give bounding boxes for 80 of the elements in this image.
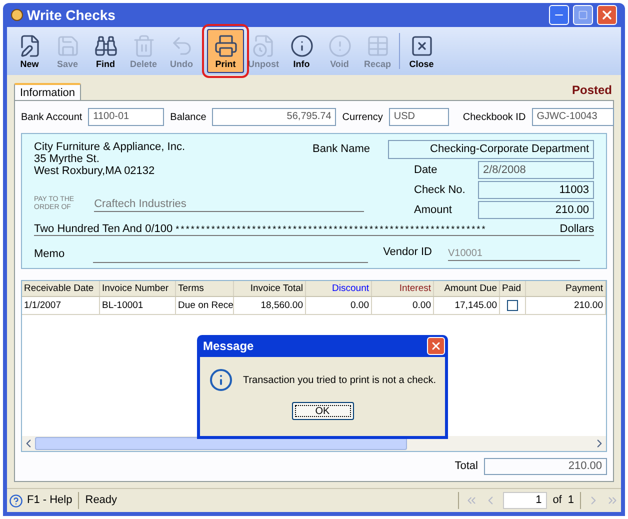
input-field[interactable]: 2/8/2008: [478, 161, 594, 179]
column-header[interactable]: Payment: [526, 281, 606, 296]
column-header[interactable]: Amount Due: [434, 281, 500, 296]
table-icon: [366, 34, 390, 58]
printer-icon: [214, 34, 238, 58]
bank-name-field[interactable]: Checking-Corporate Department: [388, 140, 594, 159]
amount-in-words: Two Hundred Ten And 0/100: [34, 223, 173, 235]
status-text: Ready: [85, 493, 118, 508]
close-button[interactable]: [597, 5, 617, 25]
close-icon: [430, 340, 442, 352]
ok-button[interactable]: OK: [292, 402, 354, 420]
dialog-title: Message: [203, 338, 254, 355]
window-title: Write Checks: [27, 6, 116, 24]
binoculars-icon: [94, 34, 118, 58]
status-label: Posted: [572, 82, 613, 99]
field-label: Date: [414, 162, 438, 178]
input-field[interactable]: USD: [388, 108, 449, 126]
minimize-button[interactable]: [549, 5, 569, 25]
column-header[interactable]: Receivable Date: [22, 281, 100, 296]
column-header[interactable]: Invoice Number: [100, 281, 176, 296]
field-label: Balance: [170, 110, 206, 124]
dialog-close-button[interactable]: [427, 337, 445, 355]
help-icon: [9, 494, 23, 508]
input-field[interactable]: GJWC-10043: [532, 108, 614, 126]
close-icon: [410, 34, 434, 58]
paid-checkbox[interactable]: [507, 300, 518, 311]
input-field[interactable]: 1100-01: [88, 108, 164, 126]
dialog-message: Transaction you tried to print is not a check.: [242, 374, 436, 388]
table-cell: 0.00: [306, 297, 372, 314]
field-label: Check No.: [414, 182, 466, 198]
input-field[interactable]: 56,795.74: [212, 108, 336, 126]
payee-field[interactable]: Craftech Industries: [94, 197, 364, 212]
field-label: Memo: [34, 247, 65, 262]
column-header[interactable]: Terms: [176, 281, 234, 296]
field-label: Checkbook ID: [462, 110, 526, 124]
info-icon: [290, 34, 314, 58]
table-cell: 1/1/2007: [22, 297, 100, 314]
table-cell: Due on Rece: [176, 297, 234, 314]
field-label: Vendor ID: [383, 245, 432, 260]
payer-address-line: West Roxbury,MA 02132: [34, 165, 156, 177]
field-label: Bank Account: [21, 110, 82, 124]
alert-icon: [328, 34, 352, 58]
tab[interactable]: Information: [14, 83, 82, 100]
input-field[interactable]: 11003: [478, 181, 594, 199]
field-label: Currency: [342, 110, 383, 124]
page-count: 1: [568, 492, 581, 509]
toolbar-button[interactable]: Info: [283, 29, 320, 73]
toolbar-button[interactable]: Find: [87, 29, 124, 73]
total-label: Total: [454, 459, 478, 474]
help-hint: F1 - Help: [27, 492, 80, 509]
total-field[interactable]: 210.00: [484, 458, 607, 475]
toolbar-button[interactable]: New: [11, 29, 48, 73]
close-icon: [600, 8, 614, 22]
toolbar-button[interactable]: Close: [403, 29, 440, 73]
trash-icon: [132, 34, 156, 58]
app-icon: [11, 9, 23, 21]
column-header[interactable]: Paid: [500, 281, 526, 296]
asterisk-fill: *************************************************************: [176, 223, 488, 235]
table-cell: 17,145.00: [434, 297, 500, 314]
document-clock-icon: [252, 34, 276, 58]
maximize-button[interactable]: [573, 5, 593, 25]
scrollbar-thumb[interactable]: [35, 437, 407, 450]
column-header[interactable]: Discount: [306, 281, 372, 296]
column-header[interactable]: Interest: [372, 281, 434, 296]
table-cell: BL-10001: [100, 297, 176, 314]
column-header[interactable]: Invoice Total: [234, 281, 306, 296]
table-cell: 18,560.00: [234, 297, 306, 314]
input-field[interactable]: 210.00: [478, 201, 594, 219]
payer-address-line: 35 Myrthe St.: [34, 153, 100, 165]
page-of-label: of: [552, 493, 562, 508]
field-label: Bank Name: [312, 142, 370, 158]
info-icon: [208, 368, 233, 392]
page-number-field[interactable]: 1: [502, 492, 547, 509]
payer-address-line: City Furniture & Appliance, Inc.: [34, 141, 186, 153]
maximize-icon: [578, 10, 588, 20]
field-label: Amount: [414, 202, 452, 218]
table-cell: 210.00: [526, 297, 606, 314]
dollars-label: Dollars: [560, 223, 594, 235]
horizontal-scrollbar[interactable]: [22, 436, 606, 451]
table-cell: 0.00: [372, 297, 434, 314]
